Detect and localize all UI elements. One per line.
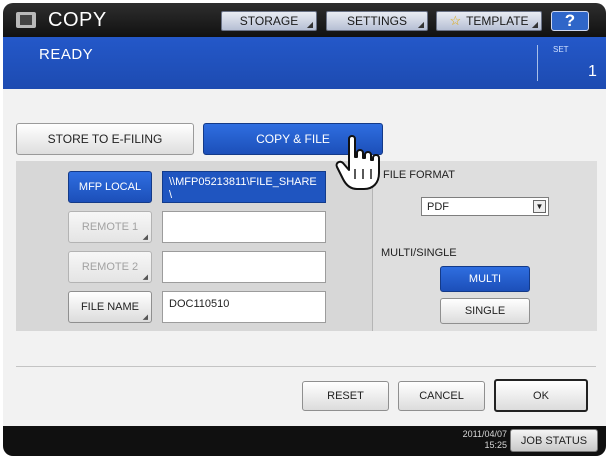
tab-store-to-efiling[interactable]: STORE TO E-FILING <box>16 123 194 155</box>
multi-label: MULTI <box>468 273 502 285</box>
remote1-button[interactable]: REMOTE 1 ◢ <box>68 211 152 243</box>
remote2-button[interactable]: REMOTE 2 ◢ <box>68 251 152 283</box>
reset-label: RESET <box>327 390 364 402</box>
corner-arrow-icon: ◢ <box>306 20 313 29</box>
destination-panel: MFP LOCAL \\MFP05213811\FILE_SHARE\ REMO… <box>16 161 597 331</box>
set-divider <box>537 45 538 81</box>
reset-button[interactable]: RESET <box>302 381 389 411</box>
remote1-label: REMOTE 1 <box>81 221 139 233</box>
template-label: TEMPLATE <box>466 14 529 28</box>
bottom-bar: 2011/04/07 15:25 JOB STATUS <box>3 426 606 456</box>
cancel-label: CANCEL <box>419 390 464 402</box>
divider <box>16 366 596 367</box>
copy-icon <box>16 12 36 28</box>
file-name-label: FILE NAME <box>80 301 140 313</box>
current-time: 15:25 <box>484 440 507 450</box>
status-bar: READY SET 1 <box>3 37 606 89</box>
settings-label: SETTINGS <box>346 14 407 28</box>
file-format-select[interactable]: PDF ▼ <box>421 197 549 216</box>
set-label: SET <box>553 45 569 54</box>
format-panel: FILE FORMAT PDF ▼ MULTI/SINGLE MULTI SIN… <box>372 161 597 331</box>
ok-button[interactable]: OK <box>494 379 588 412</box>
multi-button[interactable]: MULTI <box>440 266 530 292</box>
main-content: STORE TO E-FILING COPY & FILE MFP LOCAL … <box>3 89 606 426</box>
top-bar: COPY STORAGE ◢ SETTINGS ◢ ☆ TEMPLATE ◢ ? <box>3 3 606 37</box>
job-status-label: JOB STATUS <box>520 434 588 447</box>
mfp-local-label: MFP LOCAL <box>78 181 142 193</box>
template-button[interactable]: ☆ TEMPLATE ◢ <box>436 11 542 31</box>
job-status-button[interactable]: JOB STATUS <box>510 429 598 452</box>
corner-arrow-icon: ◢ <box>417 20 424 29</box>
current-date: 2011/04/07 <box>462 429 507 439</box>
settings-button[interactable]: SETTINGS ◢ <box>326 11 428 31</box>
dropdown-arrow-icon[interactable]: ▼ <box>533 200 546 213</box>
corner-arrow-icon: ◢ <box>142 274 148 281</box>
mfp-local-button[interactable]: MFP LOCAL <box>68 171 152 203</box>
ok-label: OK <box>533 389 549 402</box>
cancel-button[interactable]: CANCEL <box>398 381 485 411</box>
file-format-label: FILE FORMAT <box>383 169 455 181</box>
date-time: 2011/04/07 15:25 <box>435 429 507 451</box>
star-icon: ☆ <box>449 13 462 28</box>
single-label: SINGLE <box>464 305 506 317</box>
file-name-button[interactable]: FILE NAME ◢ <box>68 291 152 323</box>
file-format-value: PDF <box>427 201 449 213</box>
hand-pointer-icon <box>335 135 380 190</box>
copy-screen: COPY STORAGE ◢ SETTINGS ◢ ☆ TEMPLATE ◢ ?… <box>3 3 606 456</box>
mfp-local-path-field[interactable]: \\MFP05213811\FILE_SHARE\ <box>162 171 326 203</box>
single-button[interactable]: SINGLE <box>440 298 530 324</box>
remote2-path-field[interactable] <box>162 251 326 283</box>
status-message: READY <box>39 46 94 63</box>
multi-single-label: MULTI/SINGLE <box>381 247 457 259</box>
set-count: 1 <box>588 63 597 80</box>
corner-arrow-icon: ◢ <box>142 314 148 321</box>
storage-button[interactable]: STORAGE ◢ <box>221 11 317 31</box>
storage-label: STORAGE <box>239 14 299 28</box>
app-title: COPY <box>48 9 107 31</box>
help-button[interactable]: ? <box>551 11 589 31</box>
file-name-field[interactable]: DOC110510 <box>162 291 326 323</box>
remote2-label: REMOTE 2 <box>81 261 139 273</box>
corner-arrow-icon: ◢ <box>142 234 148 241</box>
remote1-path-field[interactable] <box>162 211 326 243</box>
corner-arrow-icon: ◢ <box>531 20 538 29</box>
